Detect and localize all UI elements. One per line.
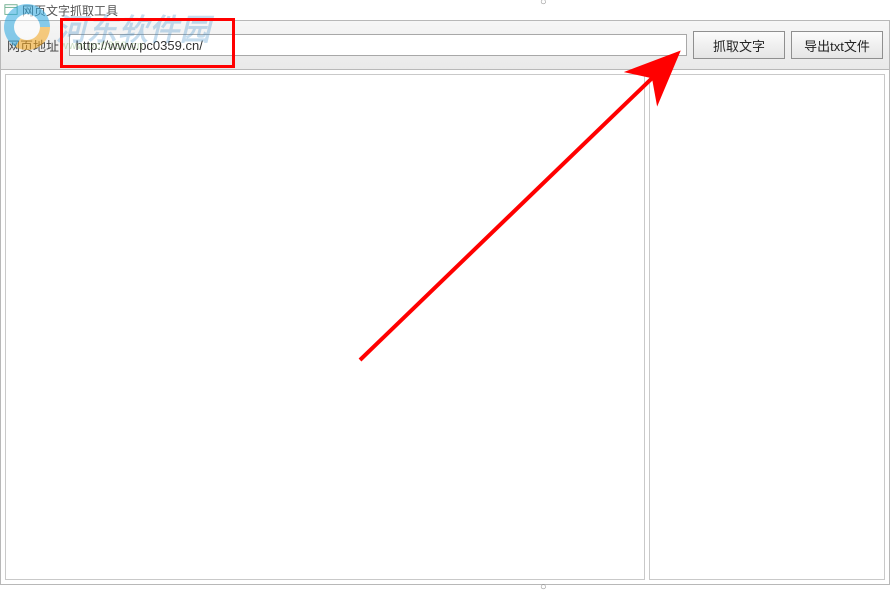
export-txt-button[interactable]: 导出txt文件 bbox=[791, 31, 883, 59]
url-input[interactable] bbox=[69, 34, 687, 56]
toolbar: 网页地址: 抓取文字 导出txt文件 bbox=[0, 20, 890, 70]
right-output-pane[interactable] bbox=[649, 74, 885, 580]
decoration-dot: ○ bbox=[540, 581, 547, 593]
url-label: 网页地址: bbox=[7, 36, 63, 55]
grab-text-button[interactable]: 抓取文字 bbox=[693, 31, 785, 59]
window-title: 网页文字抓取工具 bbox=[22, 2, 118, 19]
titlebar: 网页文字抓取工具 bbox=[0, 0, 890, 20]
decoration-dot: ○ bbox=[540, 0, 547, 8]
content-area bbox=[0, 70, 890, 585]
app-icon bbox=[4, 3, 18, 17]
left-output-pane[interactable] bbox=[5, 74, 645, 580]
